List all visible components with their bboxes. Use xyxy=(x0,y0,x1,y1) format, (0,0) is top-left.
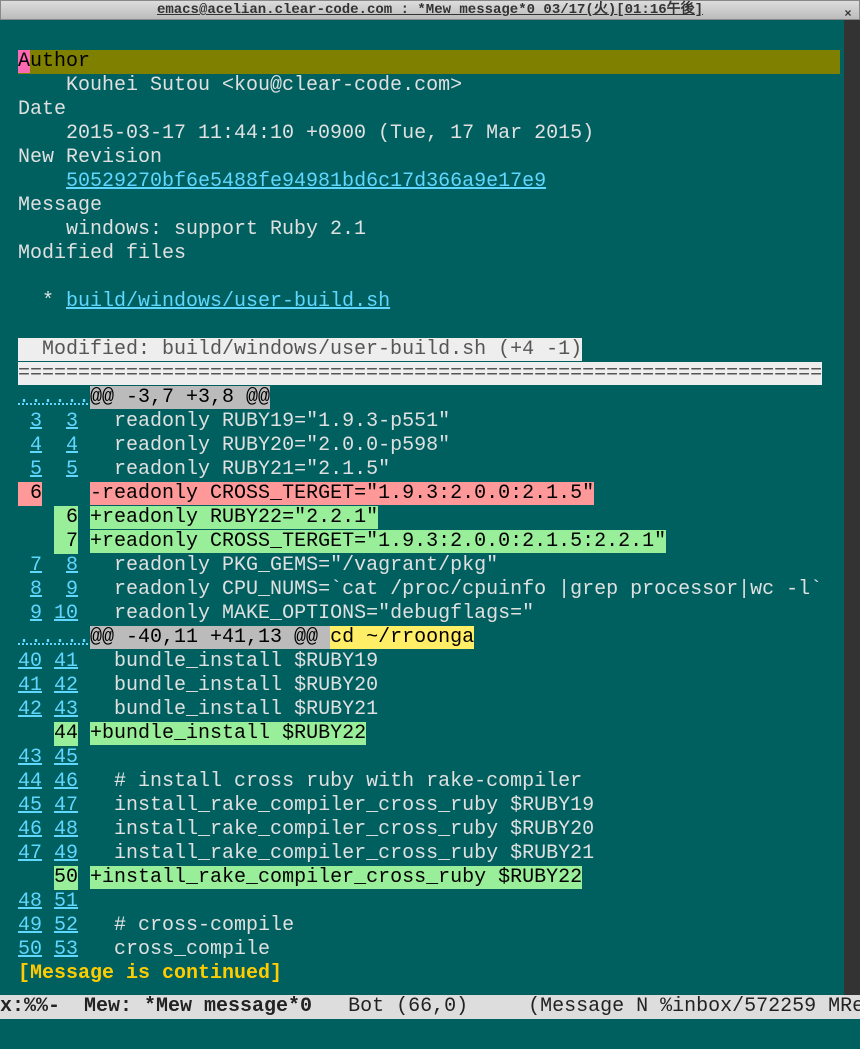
cursor-position: Bot (66,0) xyxy=(312,995,528,1018)
author-value: Kouhei Sutou <kou@clear-code.com> xyxy=(18,74,840,98)
window-title: emacs@acelian.clear-code.com : *Mew mess… xyxy=(157,0,703,22)
revision-label: New Revision xyxy=(18,146,840,170)
diff-line: 5 5 readonly RUBY21="2.1.5" xyxy=(18,458,840,482)
diff-hunk-2: ......@@ -40,11 +41,13 @@ cd ~/rroonga xyxy=(18,626,840,650)
modified-file: * build/windows/user-build.sh xyxy=(18,290,840,314)
diff-line: 50 53 cross_compile xyxy=(18,938,840,962)
diff-line: 44 46 # install cross ruby with rake-com… xyxy=(18,770,840,794)
diff-line: 42 43 bundle_install $RUBY21 xyxy=(18,698,840,722)
date-value: 2015-03-17 11:44:10 +0900 (Tue, 17 Mar 2… xyxy=(18,122,840,146)
diff-line: 40 41 bundle_install $RUBY19 xyxy=(18,650,840,674)
date-label: Date xyxy=(18,98,840,122)
diff-line: 41 42 bundle_install $RUBY20 xyxy=(18,674,840,698)
diff-line: 49 52 # cross-compile xyxy=(18,914,840,938)
diff-file-header: Modified: build/windows/user-build.sh (+… xyxy=(18,338,840,362)
diff-hunk-1: ......@@ -3,7 +3,8 @@ xyxy=(18,386,840,410)
blank-line xyxy=(18,266,840,290)
minibuffer[interactable] xyxy=(0,1019,860,1049)
diff-line: 8 9 readonly CPU_NUMS=`cat /proc/cpuinfo… xyxy=(18,578,840,602)
modified-link[interactable]: build/windows/user-build.sh xyxy=(66,290,390,313)
editor-area[interactable]: Author Kouhei Sutou <kou@clear-code.com>… xyxy=(0,20,860,995)
diff-line: 48 51 xyxy=(18,890,840,914)
diff-line-del: 6 -readonly CROSS_TERGET="1.9.3:2.0.0:2.… xyxy=(18,482,840,506)
buffer-name: Mew: *Mew message*0 xyxy=(84,995,312,1018)
scrollbar-thumb[interactable] xyxy=(844,500,860,580)
modeline[interactable]: x:%%- Mew: *Mew message*0 Bot (66,0) (Me… xyxy=(0,995,860,1019)
diff-line: 43 45 xyxy=(18,746,840,770)
left-margin xyxy=(0,20,18,995)
diff-line-add: 6 +readonly RUBY22="2.2.1" xyxy=(18,506,840,530)
blank-line xyxy=(18,314,840,338)
diff-line-add: 44 +bundle_install $RUBY22 xyxy=(18,722,840,746)
emacs-window: emacs@acelian.clear-code.com : *Mew mess… xyxy=(0,0,860,1049)
diff-line: 9 10 readonly MAKE_OPTIONS="debugflags=" xyxy=(18,602,840,626)
revision-value: 50529270bf6e5488fe94981bd6c17d366a9e17e9 xyxy=(18,170,840,194)
message-continued: [Message is continued] xyxy=(18,962,840,986)
modified-label: Modified files xyxy=(18,242,840,266)
diff-line-add: 50 +install_rake_compiler_cross_ruby $RU… xyxy=(18,866,840,890)
diff-line: 47 49 install_rake_compiler_cross_ruby $… xyxy=(18,842,840,866)
close-icon[interactable]: × xyxy=(841,2,855,16)
diff-line: 46 48 install_rake_compiler_cross_ruby $… xyxy=(18,818,840,842)
diff-line-add: 7 +readonly CROSS_TERGET="1.9.3:2.0.0:2.… xyxy=(18,530,840,554)
major-modes: (Message N %inbox/572259 MRev Anzu WS) N xyxy=(528,995,860,1018)
author-label: Author xyxy=(18,50,840,74)
diff-line: 45 47 install_rake_compiler_cross_ruby $… xyxy=(18,794,840,818)
diff-separator: ========================================… xyxy=(18,362,840,386)
diff-line: 7 8 readonly PKG_GEMS="/vagrant/pkg" xyxy=(18,554,840,578)
diff-line: 4 4 readonly RUBY20="2.0.0-p598" xyxy=(18,434,840,458)
cursor: A xyxy=(18,50,30,73)
diff-line: 3 3 readonly RUBY19="1.9.3-p551" xyxy=(18,410,840,434)
message-label: Message xyxy=(18,194,840,218)
titlebar[interactable]: emacs@acelian.clear-code.com : *Mew mess… xyxy=(0,0,860,20)
revision-link[interactable]: 50529270bf6e5488fe94981bd6c17d366a9e17e9 xyxy=(66,170,546,193)
message-value: windows: support Ruby 2.1 xyxy=(18,218,840,242)
